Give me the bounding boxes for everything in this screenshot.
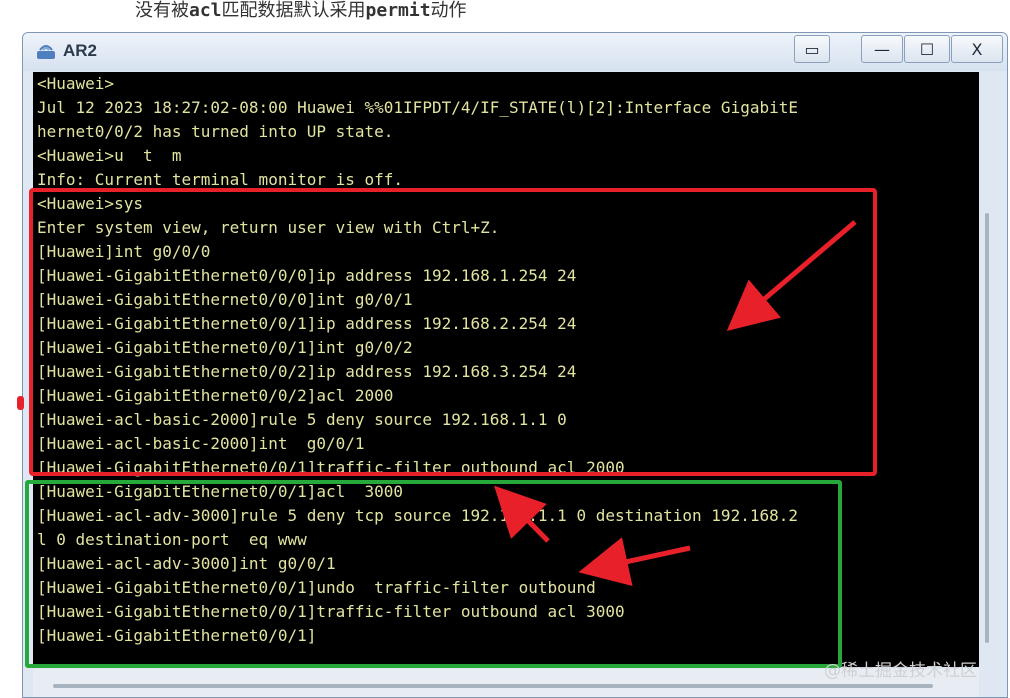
window-close-button[interactable]: X — [951, 35, 1003, 63]
terminal-line: <Huawei> — [37, 74, 115, 93]
terminal-line: hernet0/0/2 has turned into UP state. — [37, 122, 394, 141]
window-titlebar[interactable]: AR2 ▭ — ☐ X — [23, 33, 1007, 71]
caption-part-4: permit — [365, 0, 431, 21]
caption-part-2: acl — [189, 0, 222, 21]
minimize-icon: — — [874, 39, 890, 59]
close-icon: X — [971, 39, 983, 59]
caption-part-1: 没有被 — [135, 0, 189, 21]
terminal-line: <Huawei>u t m — [37, 146, 182, 165]
article-caption: 没有被acl匹配数据默认采用permit动作 — [135, 0, 467, 22]
horizontal-scrollbar[interactable] — [53, 684, 933, 688]
watermark: @稀土掘金技术社区 — [824, 661, 977, 681]
vertical-scrollbar[interactable] — [985, 213, 989, 643]
window-title: AR2 — [63, 41, 98, 60]
window-minimize-button[interactable]: — — [861, 35, 903, 63]
window-maximize-button[interactable]: ☐ — [904, 35, 950, 63]
window-restore-button[interactable]: ▭ — [794, 35, 830, 63]
restore-icon: ▭ — [804, 39, 820, 59]
maximize-icon: ☐ — [919, 39, 935, 59]
caption-part-3: 匹配数据默认采用 — [221, 0, 366, 21]
red-marker-dot — [17, 396, 24, 410]
router-app-icon — [37, 45, 55, 59]
green-highlight-box — [25, 480, 842, 668]
red-highlight-box — [29, 188, 877, 476]
terminal-line: Jul 12 2023 18:27:02-08:00 Huawei %%01IF… — [37, 98, 798, 117]
caption-part-5: 动作 — [430, 0, 467, 21]
